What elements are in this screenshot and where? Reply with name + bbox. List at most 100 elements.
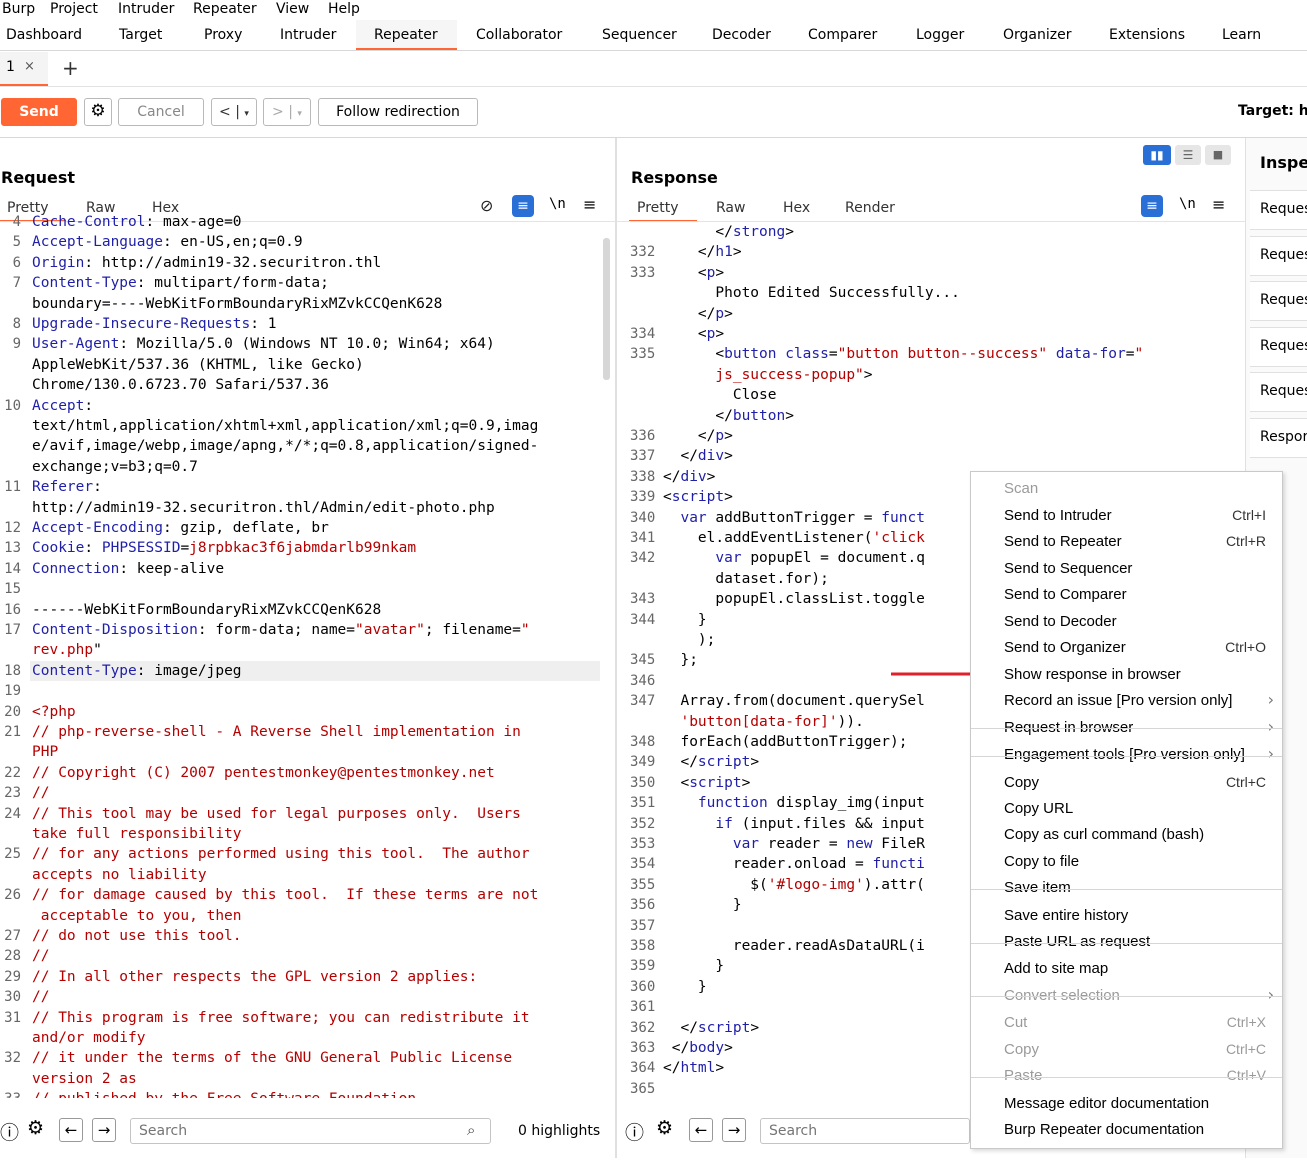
request-editor[interactable]: 4 Cache-Control: max-age=0 5 Accept-Languag… — [0, 214, 600, 1098]
inspector-item-label: Reques — [1260, 383, 1307, 400]
layout-split-icon[interactable]: ▮▮ — [1143, 145, 1171, 165]
context-menu-item[interactable]: Record an issue [Pro version only] › — [971, 688, 1282, 714]
context-menu-item[interactable]: Copy Ctrl+C — [971, 770, 1282, 796]
next-match-button[interactable]: → — [722, 1118, 746, 1142]
follow-redirection-button[interactable]: Follow redirection — [318, 98, 478, 126]
subtab-1[interactable]: 1 × — [0, 52, 48, 86]
cancel-button[interactable]: Cancel — [118, 98, 204, 126]
tab-sequencer[interactable]: Sequencer — [602, 26, 677, 44]
send-button[interactable]: Send — [1, 98, 77, 126]
context-menu-item[interactable]: Show response in browser — [971, 662, 1282, 688]
context-menu-item[interactable]: Send to Comparer — [971, 582, 1282, 608]
context-menu-item[interactable]: Send to Organizer Ctrl+O — [971, 635, 1282, 661]
next-match-button[interactable]: → — [92, 1118, 116, 1142]
context-menu-item[interactable]: Send to Intruder Ctrl+I — [971, 503, 1282, 529]
inspector-item[interactable]: Reques — [1250, 326, 1307, 367]
inspector-item[interactable]: Reques — [1250, 190, 1307, 230]
menu-item-label: Send to Decoder — [1004, 613, 1117, 630]
context-menu-item[interactable]: Copy as curl command (bash) — [971, 822, 1282, 848]
help-icon[interactable]: ⓘ — [625, 1118, 644, 1145]
target-label[interactable]: Target: ht — [1238, 103, 1307, 119]
tab-repeater[interactable]: Repeater — [374, 26, 438, 44]
tab-proxy[interactable]: Proxy — [204, 26, 242, 44]
code-token: </ — [663, 754, 698, 771]
menu-item-label: Copy — [1004, 1041, 1040, 1058]
close-icon[interactable]: × — [24, 59, 35, 74]
code-line: if (input.files && input — [663, 816, 925, 832]
request-scrollbar[interactable] — [603, 238, 610, 380]
context-menu-item[interactable]: Copy URL — [971, 796, 1282, 822]
tab-intruder[interactable]: Intruder — [280, 26, 336, 44]
forward-history-button[interactable]: > | ▾ — [263, 98, 311, 126]
newline-icon[interactable]: \n — [549, 196, 566, 212]
context-menu-item[interactable]: Paste URL as request — [971, 929, 1282, 955]
menu-icon[interactable]: ≡ — [583, 195, 596, 214]
context-menu-item[interactable]: Message editor documentation — [971, 1091, 1282, 1117]
wrap-lines-icon[interactable]: ≡ — [1141, 195, 1163, 217]
help-icon[interactable]: ⓘ — [0, 1118, 19, 1145]
context-menu-item[interactable]: Burp Repeater documentation — [971, 1117, 1282, 1143]
menu-help[interactable]: Help — [328, 0, 360, 18]
tab-extensions[interactable]: Extensions — [1109, 26, 1185, 44]
layout-tab-icon[interactable]: ■ — [1205, 145, 1231, 165]
back-history-button[interactable]: < | ▾ — [211, 98, 257, 126]
context-menu-item[interactable]: Send to Decoder — [971, 609, 1282, 635]
tab-organizer[interactable]: Organizer — [1003, 26, 1071, 44]
context-menu-item[interactable]: Copy to file — [971, 849, 1282, 875]
hide-nonprintable-icon[interactable]: ⊘ — [480, 196, 493, 215]
tab-logger[interactable]: Logger — [916, 26, 964, 44]
request-search-input[interactable] — [130, 1118, 491, 1144]
tab-comparer[interactable]: Comparer — [808, 26, 877, 44]
line-number: 346 — [630, 672, 656, 689]
code-line: // Copyright (C) 2007 pentestmonkey@pent… — [32, 765, 495, 781]
tab-collaborator[interactable]: Collaborator — [476, 26, 562, 44]
menu-repeater[interactable]: Repeater — [193, 0, 257, 18]
inspector-item[interactable]: Respor — [1250, 418, 1307, 458]
tab-decoder[interactable]: Decoder — [712, 26, 771, 44]
response-tab-render[interactable]: Render — [845, 200, 895, 216]
code-line: </p> — [663, 428, 733, 444]
newline-icon[interactable]: \n — [1179, 196, 1196, 212]
menu-view[interactable]: View — [276, 0, 309, 18]
code-token: el.addEventListener( — [663, 530, 873, 546]
menu-project[interactable]: Project — [50, 0, 98, 18]
inspector-item[interactable]: Reques — [1250, 235, 1307, 276]
code-line: version 2 as — [32, 1071, 137, 1087]
menu-burp[interactable]: Burp — [2, 0, 35, 18]
inspector-item[interactable]: Reques — [1250, 281, 1307, 322]
layout-stacked-icon[interactable]: ☰ — [1175, 145, 1201, 165]
add-tab-icon[interactable]: + — [62, 56, 79, 80]
gear-icon[interactable]: ⚙ — [84, 98, 112, 126]
response-tab-hex[interactable]: Hex — [783, 200, 810, 216]
tab-learn[interactable]: Learn — [1222, 26, 1261, 44]
menu-icon[interactable]: ≡ — [1212, 195, 1225, 214]
response-tab-pretty[interactable]: Pretty — [637, 200, 679, 216]
menu-item-label: Message editor documentation — [1004, 1095, 1210, 1112]
context-menu-item[interactable]: Save entire history — [971, 903, 1282, 929]
code-token: // php-reverse-shell - A Reverse Shell i… — [32, 724, 521, 740]
code-token: > — [750, 1019, 760, 1036]
menu-intruder[interactable]: Intruder — [118, 0, 174, 18]
context-menu-item[interactable]: Save item — [971, 875, 1282, 901]
context-menu-item[interactable]: Add to site map — [971, 956, 1282, 982]
code-token: button — [732, 407, 786, 424]
tab-target[interactable]: Target — [119, 26, 162, 44]
menu-item-label: Record an issue [Pro version only] — [1004, 692, 1233, 709]
prev-match-button[interactable]: ← — [689, 1118, 713, 1142]
gear-icon[interactable]: ⚙ — [27, 1117, 44, 1139]
code-token: : — [93, 479, 102, 496]
gear-icon[interactable]: ⚙ — [656, 1117, 673, 1139]
response-tab-raw[interactable]: Raw — [716, 200, 745, 216]
context-menu-item[interactable]: Engagement tools [Pro version only] › — [971, 742, 1282, 768]
inspector-item[interactable]: Reques — [1250, 372, 1307, 413]
context-menu-item[interactable]: Send to Repeater Ctrl+R — [971, 529, 1282, 555]
line-number: 31 — [4, 1009, 21, 1026]
response-search-input[interactable] — [760, 1118, 970, 1144]
prev-match-button[interactable]: ← — [59, 1118, 83, 1142]
code-token: Content-Disposition — [32, 622, 198, 638]
context-menu-item[interactable]: Send to Sequencer — [971, 556, 1282, 582]
code-token: Content-Type — [32, 275, 137, 292]
search-icon: ⌕ — [467, 1121, 476, 1139]
code-line: acceptable to you, then — [32, 908, 242, 924]
tab-dashboard[interactable]: Dashboard — [6, 26, 82, 44]
